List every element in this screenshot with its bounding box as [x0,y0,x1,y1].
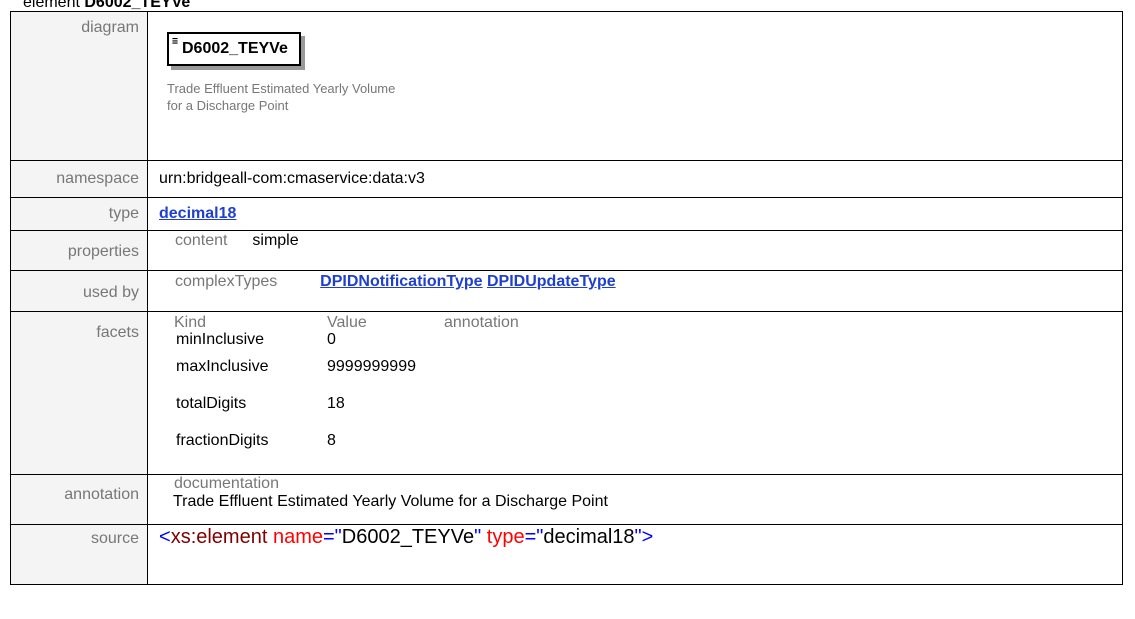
label-annotation: annotation [10,474,148,525]
annotation-value-cell: documentation Trade Effluent Estimated Y… [147,474,1123,525]
diagram-element-box[interactable]: ≡ D6002_TEYVe [167,32,301,66]
type-link[interactable]: decimal18 [159,205,236,222]
source-close-bracket: > [641,526,654,548]
element-lines-icon: ≡ [172,36,179,47]
label-used-by-text: used by [82,284,139,301]
namespace-value-cell: urn:bridgeall-com:cmaservice:data:v3 [147,160,1123,198]
facets-header-kind: Kind [174,314,207,331]
label-diagram-text: diagram [81,19,139,36]
diagram-documentation: Trade Effluent Estimated Yearly Volume f… [167,81,396,113]
label-used-by: used by [10,270,148,312]
label-properties: properties [10,230,148,271]
facets-value-cell: Kind Value annotation minInclusive 0 max… [147,311,1123,475]
properties-value-cell: content simple [147,230,1123,271]
diagram-cell: ≡ D6002_TEYVe Trade Effluent Estimated Y… [147,11,1123,161]
label-annotation-text: annotation [64,486,139,503]
used-by-key: complexTypes [175,273,278,290]
facet-value: 18 [327,395,345,412]
facet-kind: fractionDigits [176,432,269,449]
diagram-element-node[interactable]: ≡ D6002_TEYVe [167,32,301,66]
label-diagram: diagram [10,11,148,161]
facet-value: 9999999999 [327,358,416,375]
facet-row: fractionDigits 8 [174,432,519,468]
label-source-text: source [90,530,139,547]
facet-kind: minInclusive [176,331,265,348]
row-diagram: diagram ≡ D6002_TEYVe Trade Effluent Est… [10,11,1123,161]
label-namespace: namespace [10,160,148,198]
used-by-value-cell: complexTypes DPIDNotificationType DPIDUp… [147,270,1123,312]
element-doc-table: diagram ≡ D6002_TEYVe Trade Effluent Est… [10,11,1123,585]
diagram-element-name: D6002_TEYVe [182,40,288,57]
row-source: source <xs:element name="D6002_TEYVe" ty… [10,524,1123,585]
source-code: <xs:element name="D6002_TEYVe" type="dec… [159,526,654,548]
facets-header-value: Value [327,314,367,331]
source-attr-name: name [272,526,323,548]
label-properties-text: properties [67,243,139,260]
row-facets: facets Kind Value annotation minInclusiv… [10,311,1123,475]
facets-header-row: Kind Value annotation [174,314,519,331]
row-properties: properties content simple [10,230,1123,271]
heading-element-name: D6002_TEYVe [84,0,191,11]
used-by-link-dpidnotificationtype[interactable]: DPIDNotificationType [320,273,482,290]
label-source: source [10,524,148,585]
row-used-by: used by complexTypes DPIDNotificationTyp… [10,270,1123,312]
label-namespace-text: namespace [56,170,139,187]
annotation-key: documentation [174,475,279,492]
row-namespace: namespace urn:bridgeall-com:cmaservice:d… [10,160,1123,198]
source-attr-type-value: decimal18 [543,526,635,548]
label-facets: facets [10,311,148,475]
type-value-cell: decimal18 [147,197,1123,231]
row-type: type decimal18 [10,197,1123,231]
source-tag: xs:element [170,526,268,548]
facet-kind: maxInclusive [176,358,269,375]
properties-key: content [175,232,228,249]
facets-header-annotation: annotation [444,314,519,331]
annotation-documentation: Trade Effluent Estimated Yearly Volume f… [173,493,608,510]
facet-kind: totalDigits [176,395,247,412]
facets-table: Kind Value annotation minInclusive 0 max… [174,314,519,468]
source-attr-type: type [486,526,525,548]
source-value-cell: <xs:element name="D6002_TEYVe" type="dec… [147,524,1123,585]
label-type: type [10,197,148,231]
namespace-value: urn:bridgeall-com:cmaservice:data:v3 [159,170,425,187]
source-open-bracket: < [159,526,171,548]
properties-value: simple [252,232,299,249]
label-facets-text: facets [96,324,139,341]
heading-prefix: element [23,0,80,11]
facet-row: minInclusive 0 [174,331,519,358]
facet-row: maxInclusive 9999999999 [174,358,519,395]
facet-value: 8 [327,432,336,449]
used-by-link-dpidupdatetype[interactable]: DPIDUpdateType [487,273,616,290]
label-type-text: type [108,205,139,222]
facet-value: 0 [327,331,336,348]
row-annotation: annotation documentation Trade Effluent … [10,474,1123,525]
facet-row: totalDigits 18 [174,395,519,432]
source-attr-name-value: D6002_TEYVe [341,526,475,548]
